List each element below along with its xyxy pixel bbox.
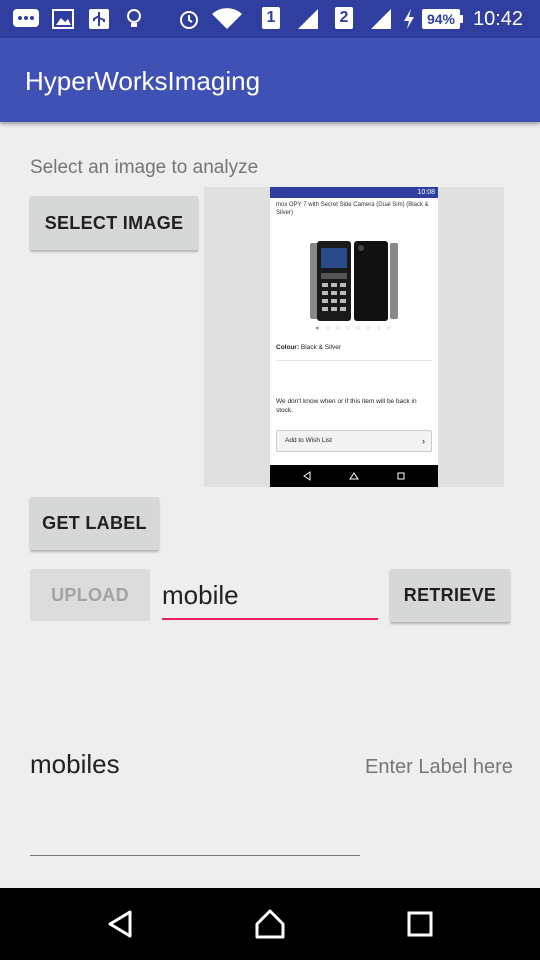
retrieved-label-text: mobiles — [30, 749, 120, 779]
thumbnail-colour-label: Colour: — [276, 344, 300, 351]
wifi-icon — [211, 7, 243, 31]
charging-icon — [402, 7, 416, 31]
messaging-icon — [12, 7, 40, 31]
thumbnail-stock-text: We don't know when or if this item will … — [276, 398, 417, 414]
select-image-button[interactable]: SELECT IMAGE — [30, 196, 198, 250]
retrieve-button[interactable]: RETRIEVE — [390, 569, 510, 622]
input-underline — [30, 855, 360, 856]
thumbnail-product-title: mox GPY 7 with Secret Side Camera (Dual … — [276, 202, 429, 216]
navigation-bar — [0, 888, 540, 960]
select-image-prompt: Select an image to analyze — [30, 157, 259, 178]
product-image — [270, 221, 438, 321]
chevron-right-icon: › — [422, 436, 425, 446]
lightbulb-icon — [124, 7, 144, 31]
thumbnail-navbar — [270, 465, 438, 487]
selected-image-preview: 10:08 mox GPY 7 with Secret Side Camera … — [204, 187, 504, 487]
recents-icon[interactable] — [380, 888, 460, 960]
thumbnail-colour: Colour: Black & Silver — [276, 335, 432, 361]
status-time: 10:42 — [473, 8, 524, 30]
gallery-icon — [52, 7, 74, 31]
app-toolbar: HyperWorksImaging — [0, 38, 540, 122]
sim1-badge: 1 — [262, 7, 280, 29]
thumbnail-wishlist: Add to Wish List › — [276, 430, 432, 452]
screenshot-thumbnail: 10:08 mox GPY 7 with Secret Side Camera … — [270, 187, 438, 487]
alarm-icon — [178, 7, 200, 31]
enter-label-input[interactable] — [365, 752, 525, 782]
carousel-dots: ● ○ ○ ○ ○ ○ ○ ○ — [315, 325, 393, 332]
thumbnail-status-bar: 10:08 — [270, 187, 438, 198]
sim1-signal-icon — [296, 7, 320, 31]
usb-icon — [88, 7, 110, 31]
label-input[interactable] — [162, 572, 378, 620]
home-icon[interactable] — [230, 888, 310, 960]
thumbnail-colour-value: Black & Silver — [300, 344, 342, 351]
sim2-signal-icon — [369, 7, 393, 31]
get-label-button[interactable]: GET LABEL — [30, 497, 159, 550]
thumbnail-status-time: 10:08 — [417, 189, 435, 196]
upload-button[interactable]: UPLOAD — [30, 569, 150, 621]
back-icon[interactable] — [81, 888, 161, 960]
battery-icon: 94% — [422, 9, 463, 29]
app-title: HyperWorksImaging — [25, 66, 261, 96]
status-bar: 1 2 94% 10:42 — [0, 0, 540, 38]
thumbnail-wishlist-label: Add to Wish List — [285, 437, 332, 444]
sim2-badge: 2 — [335, 7, 353, 29]
